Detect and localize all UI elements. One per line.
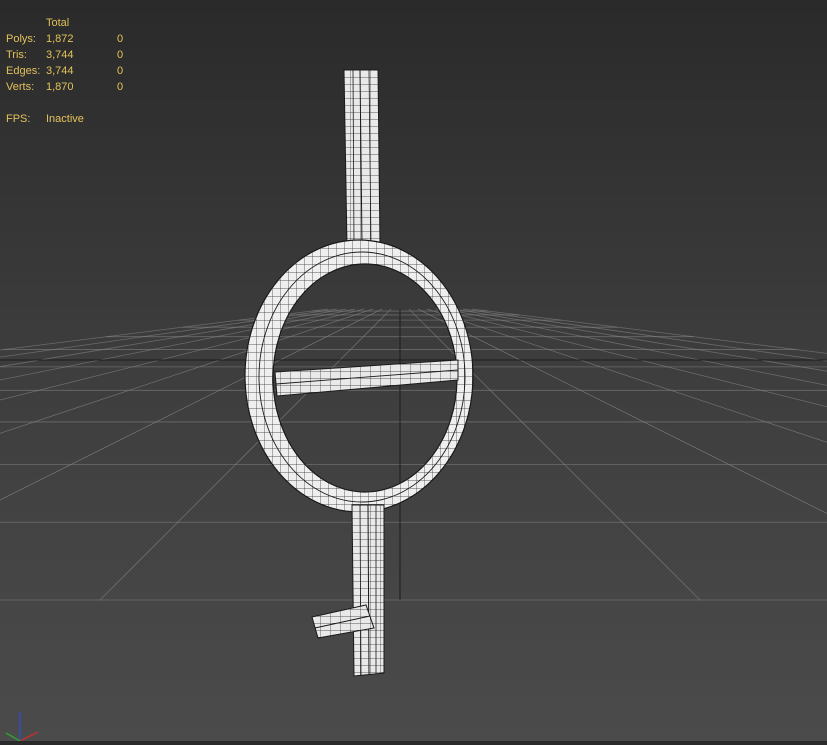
mesh-model[interactable] xyxy=(230,69,490,677)
scene-canvas[interactable] xyxy=(0,0,827,742)
grid-line xyxy=(471,308,827,354)
stats-total-value: 3,744 xyxy=(46,65,74,77)
stats-label: Verts: xyxy=(6,81,35,93)
stats-selected-value: 0 xyxy=(117,49,124,61)
stats-total-value: 1,872 xyxy=(46,33,74,45)
stats-selected-value: 0 xyxy=(117,65,124,77)
stats-label: Polys: xyxy=(6,33,36,45)
axis-gizmo-icon xyxy=(5,712,39,742)
stats-total-value: 1,870 xyxy=(46,81,74,93)
stats-total-value: 3,744 xyxy=(46,49,74,61)
fps-label: FPS: xyxy=(6,113,31,125)
stats-selected-value: 0 xyxy=(117,33,124,45)
stats-label: Tris: xyxy=(6,49,27,61)
fps-value: Inactive xyxy=(46,113,84,125)
stats-label: Edges: xyxy=(6,65,41,77)
viewport-perspective[interactable]: Total Polys: 1,872 0 Tris: 3,744 0 Edges… xyxy=(0,0,827,742)
stats-selected-value: 0 xyxy=(117,81,124,93)
stats-header-total: Total xyxy=(46,17,70,29)
grid-line xyxy=(462,308,827,362)
